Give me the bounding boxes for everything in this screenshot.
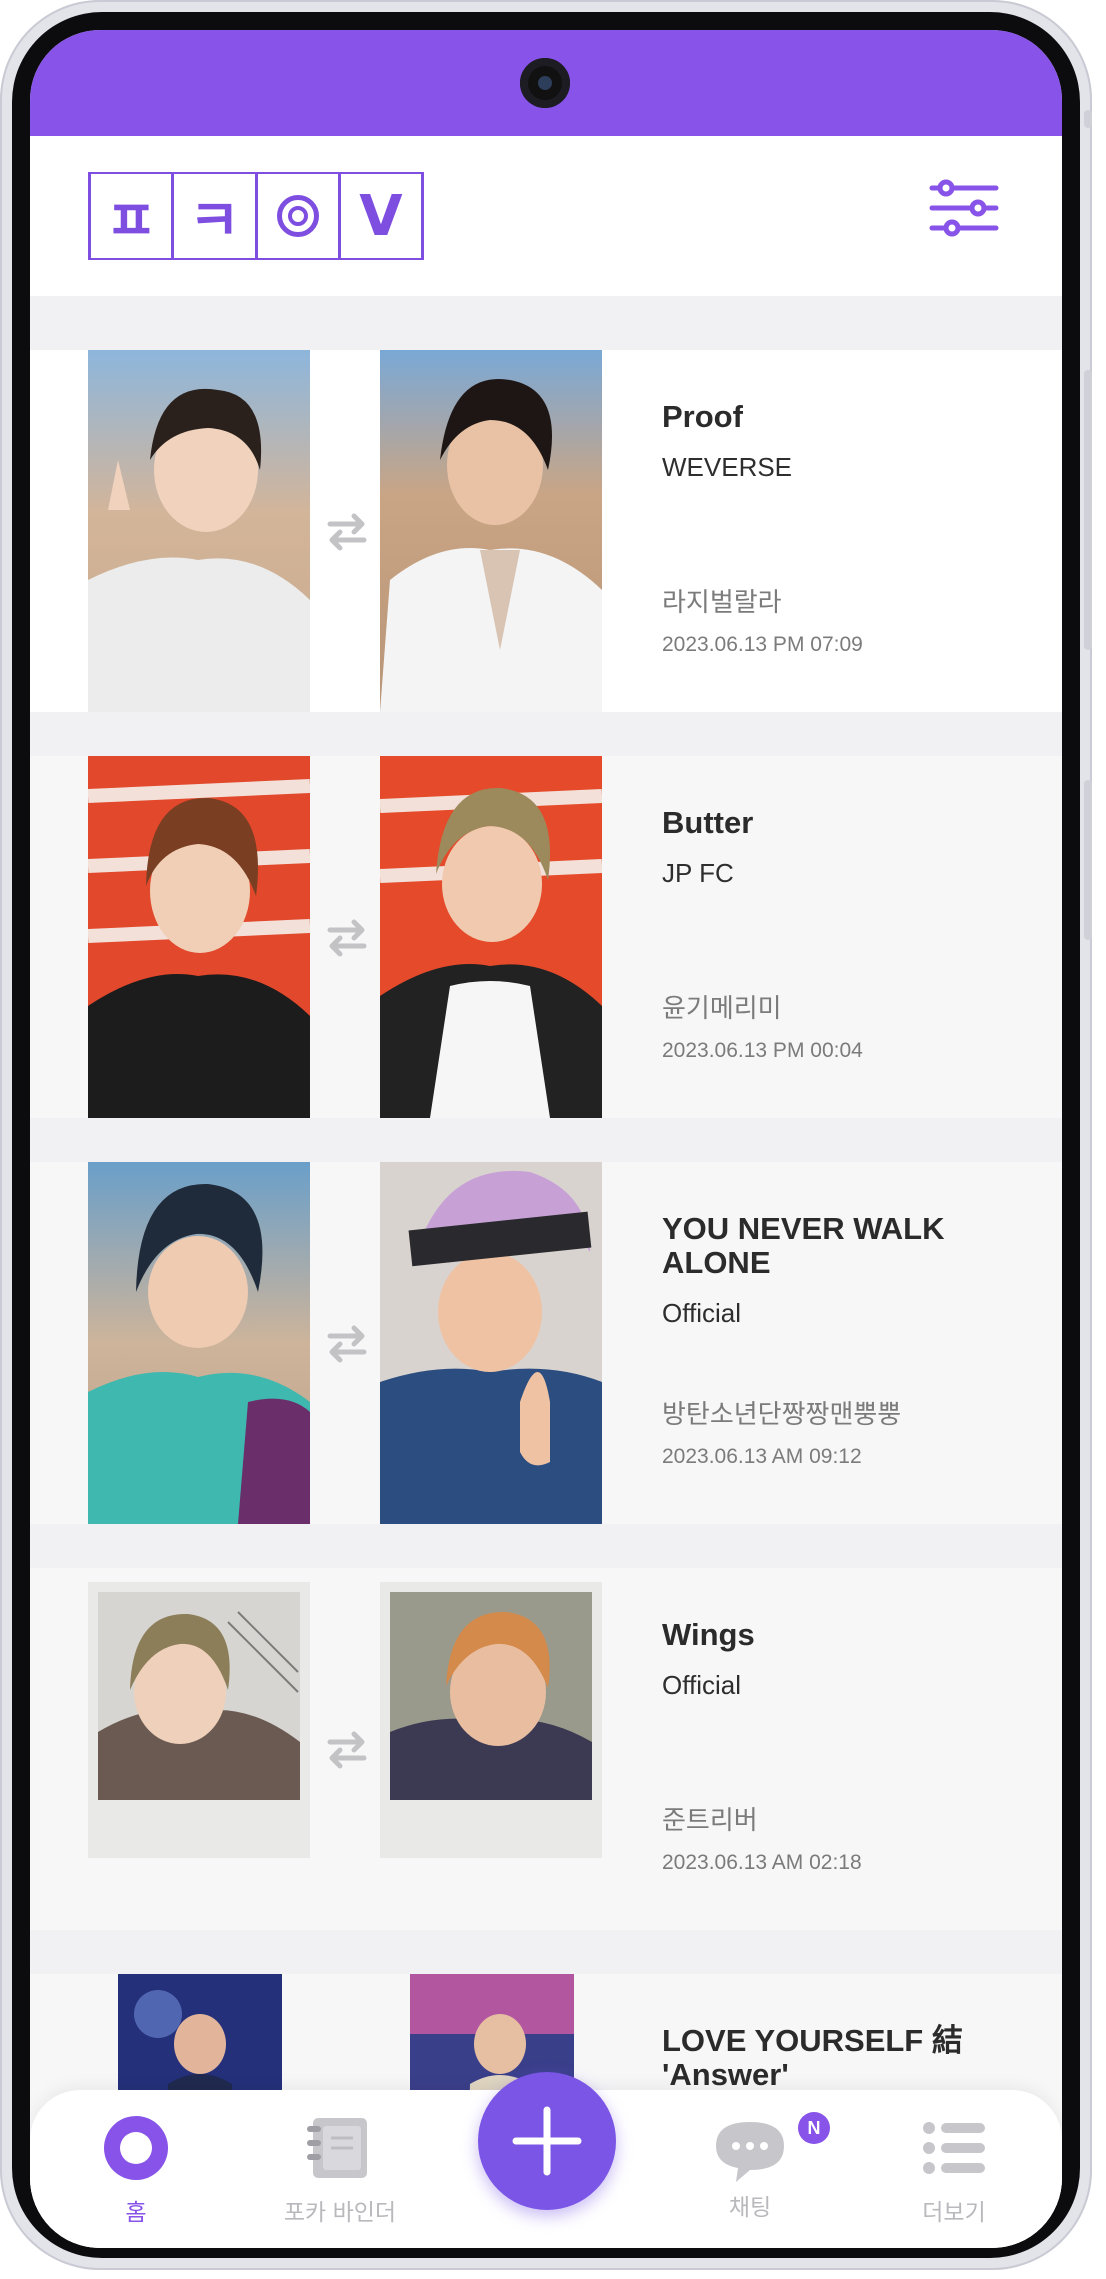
swap-icon (327, 919, 367, 957)
username: 방탄소년단짱짱맨뿡뿡 (662, 1399, 902, 1429)
album-title: LOVE YOURSELF 結 'Answer' (662, 2023, 963, 2092)
status-bar (30, 30, 1062, 136)
chat-icon (716, 2122, 784, 2182)
plus-icon (512, 2106, 582, 2176)
card-source: JP FC (662, 858, 734, 888)
card-source: WEVERSE (662, 452, 793, 482)
nav-binder[interactable]: 포카 바인더 (260, 2116, 420, 2227)
nav-home[interactable]: 홈 (56, 2116, 216, 2227)
nav-label: 포카 바인더 (283, 2199, 397, 2225)
card-source: Official (662, 1298, 741, 1328)
nav-chat[interactable]: N 채팅 (670, 2112, 830, 2222)
trade-item[interactable]: Proof WEVERSE 라지벌랄라 2023.06.13 PM 07:09 (30, 350, 1062, 712)
nav-label: 더보기 (922, 2199, 986, 2225)
photocard-image (380, 1582, 602, 1858)
list-icon (923, 2122, 985, 2174)
front-camera (520, 58, 570, 108)
photocard-image (380, 1162, 602, 1524)
notification-badge: N (798, 2112, 830, 2144)
nav-label: 채팅 (728, 2194, 772, 2220)
photocard-image (88, 756, 310, 1118)
photocard-image (380, 350, 602, 712)
trade-info: YOU NEVER WALK ALONE Official (662, 1212, 1042, 1329)
trade-info: Wings Official (662, 1618, 1042, 1701)
username: 라지벌랄라 (662, 587, 782, 617)
photocard-image (88, 1162, 310, 1524)
album-title: Wings (662, 1617, 755, 1652)
album-title: Butter (662, 805, 754, 840)
username: 윤기메리미 (662, 993, 782, 1023)
trade-info: Butter JP FC (662, 806, 1042, 889)
filter-button[interactable] (928, 178, 1000, 242)
swap-icon (327, 1325, 367, 1363)
nav-more[interactable]: 더보기 (874, 2116, 1034, 2227)
trade-info: Proof WEVERSE (662, 400, 1042, 483)
timestamp: 2023.06.13 AM 09:12 (662, 1445, 862, 1468)
trade-item[interactable]: YOU NEVER WALK ALONE Official 방탄소년단짱짱맨뿡뿡… (30, 1162, 1062, 1524)
trade-item[interactable]: Butter JP FC 윤기메리미 2023.06.13 PM 00:04 (30, 756, 1062, 1118)
album-title: YOU NEVER WALK ALONE (662, 1211, 945, 1280)
logo-letter: ㅍ (88, 174, 171, 258)
card-source: Official (662, 1670, 741, 1700)
app-logo[interactable]: ㅍ ㅋ V (88, 172, 424, 260)
timestamp: 2023.06.13 PM 00:04 (662, 1039, 863, 1062)
trade-info: LOVE YOURSELF 結 'Answer' (662, 2024, 1042, 2092)
trade-list: Proof WEVERSE 라지벌랄라 2023.06.13 PM 07:09 (30, 296, 1062, 2248)
album-title: Proof (662, 399, 743, 434)
add-trade-button[interactable] (478, 2072, 616, 2210)
nav-label: 홈 (125, 2199, 147, 2225)
swap-icon (327, 1731, 367, 1769)
home-ring-icon (104, 2116, 168, 2180)
photocard-image (88, 350, 310, 712)
photocard-image (380, 756, 602, 1118)
power-button (1084, 780, 1092, 940)
logo-ring-icon (254, 174, 338, 258)
sliders-icon (929, 179, 999, 237)
app-header: ㅍ ㅋ V (30, 136, 1062, 296)
side-button (1084, 110, 1092, 128)
swap-icon (327, 513, 367, 551)
screen: ㅍ ㅋ V Proof WEVERSE 라지벌랄라 2023.06.13 PM … (30, 30, 1062, 2248)
trade-item[interactable]: Wings Official 준트리버 2023.06.13 AM 02:18 (30, 1568, 1062, 1930)
binder-icon (307, 2118, 367, 2178)
photocard-image (88, 1582, 310, 1858)
volume-button (1084, 370, 1092, 650)
username: 준트리버 (662, 1805, 758, 1835)
logo-letter: V (337, 174, 424, 258)
timestamp: 2023.06.13 PM 07:09 (662, 633, 863, 656)
logo-letter: ㅋ (171, 174, 254, 258)
timestamp: 2023.06.13 AM 02:18 (662, 1851, 862, 1874)
